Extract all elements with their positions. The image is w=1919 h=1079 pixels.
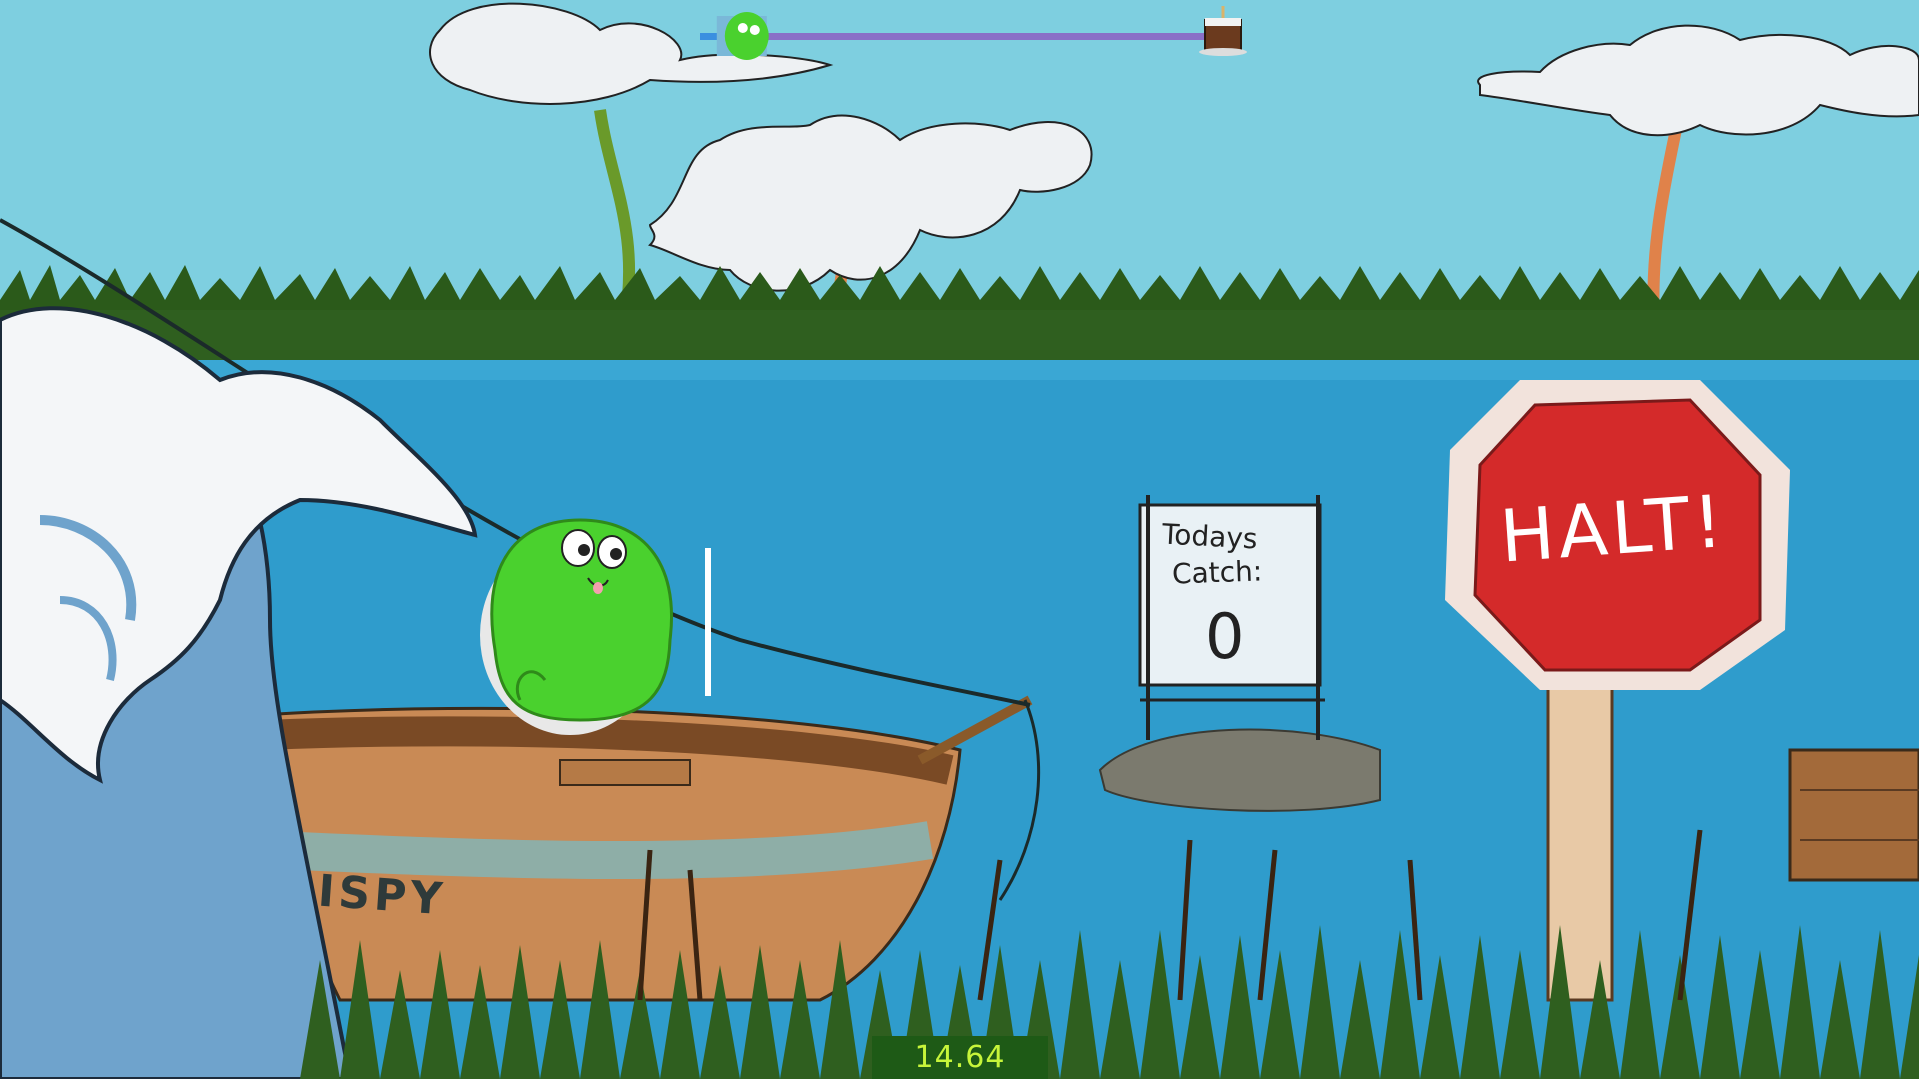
boat-name: ISPY (316, 865, 448, 926)
frog-player (480, 518, 673, 735)
timer-display: 14.64 (872, 1036, 1048, 1079)
aim-cursor-line (705, 548, 711, 696)
scoreboard-line2: Catch: (1171, 554, 1263, 591)
halt-sign-text: HALT! (1497, 478, 1730, 579)
green-frog-icon (716, 12, 769, 60)
catch-count: 0 (1205, 600, 1245, 673)
wooden-plank (1788, 748, 1919, 882)
progress-track (700, 33, 1220, 40)
scoreboard-line1: Todays (1161, 517, 1259, 556)
